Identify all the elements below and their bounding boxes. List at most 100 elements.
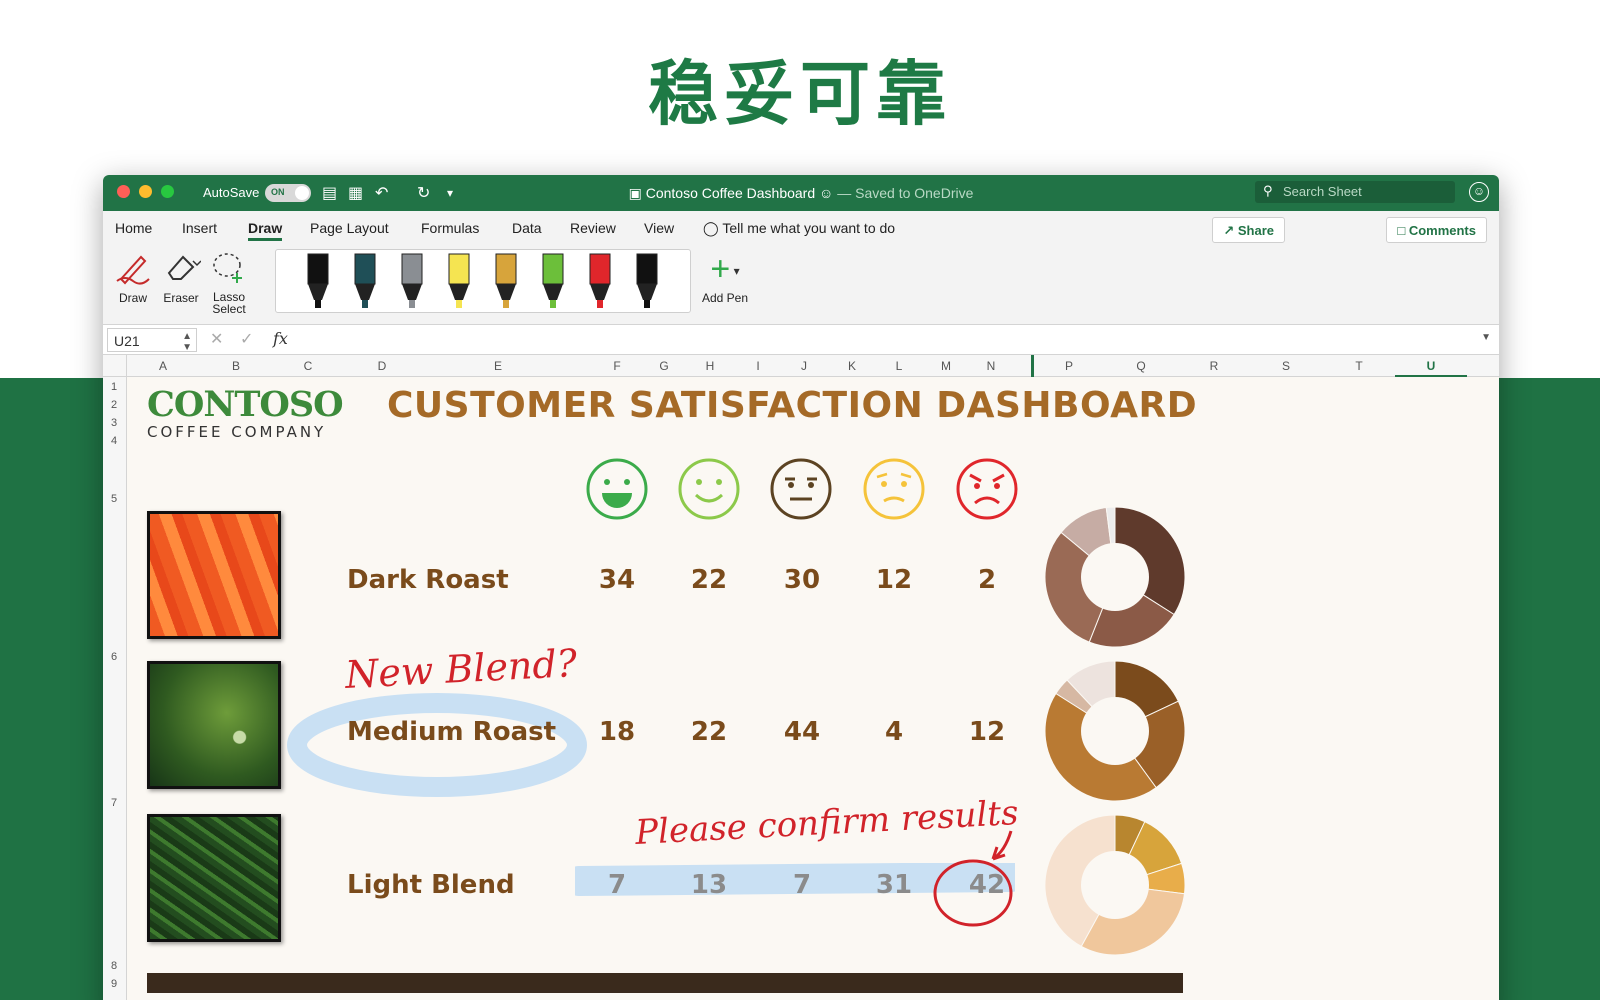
name-box-stepper-icon[interactable]: ▲ ▼ <box>182 331 192 353</box>
col-header-a[interactable]: A <box>159 359 167 373</box>
ink-highlight-oval <box>287 693 587 797</box>
search-sheet-input[interactable]: ⚲ Search Sheet <box>1255 181 1455 203</box>
tab-insert[interactable]: Insert <box>182 220 217 236</box>
yellow-highlighter-icon[interactable] <box>448 253 470 308</box>
expand-formula-bar-icon[interactable]: ▼ <box>1481 332 1491 343</box>
tab-draw[interactable]: Draw <box>248 220 283 241</box>
col-header-m[interactable]: M <box>941 359 951 373</box>
lightbulb-icon: ◯ <box>703 220 719 236</box>
coffee-beans-banner <box>147 973 1183 993</box>
row-header-6[interactable]: 6 <box>103 651 125 663</box>
col-header-f[interactable]: F <box>613 359 620 373</box>
medium-roast-image <box>147 661 281 789</box>
black-marker-icon[interactable] <box>636 253 658 308</box>
cancel-icon[interactable]: ✕ <box>210 329 223 349</box>
col-header-q[interactable]: Q <box>1136 359 1145 373</box>
green-highlighter-icon[interactable] <box>542 253 564 308</box>
col-header-t[interactable]: T <box>1355 359 1362 373</box>
col-header-i[interactable]: I <box>756 359 759 373</box>
tab-view[interactable]: View <box>644 220 674 236</box>
add-pen-button[interactable]: + ▾ Add Pen <box>695 247 755 305</box>
rating-cell[interactable]: 30 <box>762 565 842 595</box>
tab-review[interactable]: Review <box>570 220 616 236</box>
row-header-3[interactable]: 3 <box>103 417 125 429</box>
col-header-r[interactable]: R <box>1210 359 1219 373</box>
tab-formulas[interactable]: Formulas <box>421 220 479 236</box>
tell-me-text: Tell me what you want to do <box>722 220 896 236</box>
col-header-e[interactable]: E <box>494 359 502 373</box>
product-name-dark-roast: Dark Roast <box>347 565 509 595</box>
col-header-p[interactable]: P <box>1065 359 1073 373</box>
rating-cell[interactable]: 7 <box>762 870 842 900</box>
feedback-smiley-icon[interactable]: ☺ <box>1469 182 1489 202</box>
row-header-9[interactable]: 9 <box>103 978 125 990</box>
comments-button[interactable]: □ Comments <box>1386 217 1487 243</box>
col-header-c[interactable]: C <box>304 359 313 373</box>
row-header-2[interactable]: 2 <box>103 399 125 411</box>
frozen-pane-divider[interactable] <box>1031 355 1034 377</box>
column-headers: A B C D E F G H I J K L M N P Q R S T U <box>103 355 1499 377</box>
rating-cell[interactable]: 12 <box>947 717 1027 747</box>
worksheet-grid[interactable]: CONTOSO COFFEE COMPANY CUSTOMER SATISFAC… <box>127 377 1499 1000</box>
col-header-k[interactable]: K <box>848 359 856 373</box>
row-header-5[interactable]: 5 <box>103 493 125 505</box>
rating-cell[interactable]: 34 <box>577 565 657 595</box>
rating-cell[interactable]: 31 <box>854 870 934 900</box>
rating-cell[interactable]: 4 <box>854 717 934 747</box>
insert-function-button[interactable]: fx <box>273 329 288 348</box>
rating-cell[interactable]: 2 <box>947 565 1027 595</box>
name-box-value: U21 <box>114 333 140 349</box>
rating-cell[interactable]: 44 <box>762 717 842 747</box>
teal-pen-icon[interactable] <box>354 253 376 308</box>
tab-page-layout[interactable]: Page Layout <box>310 220 389 236</box>
name-box[interactable]: U21 ▲ ▼ <box>107 328 197 353</box>
search-icon: ⚲ <box>1263 183 1273 198</box>
satisfied-face-icon <box>678 458 740 520</box>
product-name-medium-roast: Medium Roast <box>347 717 557 747</box>
row-header-4[interactable]: 4 <box>103 435 125 447</box>
col-header-g[interactable]: G <box>659 359 668 373</box>
col-header-n[interactable]: N <box>987 359 996 373</box>
logo-sub-text: COFFEE COMPANY <box>147 423 327 441</box>
col-header-u[interactable]: U <box>1395 359 1467 377</box>
tab-data[interactable]: Data <box>512 220 542 236</box>
col-header-b[interactable]: B <box>232 359 240 373</box>
dissatisfied-face-icon <box>863 458 925 520</box>
gray-pencil-icon[interactable] <box>401 253 423 308</box>
very-satisfied-face-icon <box>586 458 648 520</box>
col-header-d[interactable]: D <box>378 359 387 373</box>
rating-cell[interactable]: 22 <box>669 717 749 747</box>
contoso-logo: CONTOSO COFFEE COMPANY <box>147 384 344 442</box>
dark-roast-image <box>147 511 281 639</box>
very-dissatisfied-face-icon <box>956 458 1018 520</box>
col-header-s[interactable]: S <box>1282 359 1290 373</box>
row-header-1[interactable]: 1 <box>103 381 125 393</box>
red-pen-icon[interactable] <box>589 253 611 308</box>
row-header-7[interactable]: 7 <box>103 797 125 809</box>
logo-main-text: CONTOSO <box>147 384 344 425</box>
rating-cell[interactable]: 12 <box>854 565 934 595</box>
formula-input[interactable] <box>299 325 1479 355</box>
rating-cell[interactable]: 7 <box>577 870 657 900</box>
tell-me-search[interactable]: ◯ Tell me what you want to do <box>703 220 895 237</box>
dashboard-title: CUSTOMER SATISFACTION DASHBOARD <box>387 385 1198 426</box>
col-header-l[interactable]: L <box>896 359 903 373</box>
col-header-j[interactable]: J <box>801 359 807 373</box>
row-headers: 1 2 3 4 5 6 7 8 9 <box>103 377 127 1000</box>
gold-pen-icon[interactable] <box>495 253 517 308</box>
share-people-icon: ☺ <box>819 185 834 201</box>
pen-gallery <box>275 249 691 313</box>
select-all-corner[interactable] <box>103 355 127 377</box>
rating-cell[interactable]: 18 <box>577 717 657 747</box>
enter-check-icon[interactable]: ✓ <box>240 329 253 349</box>
tab-home[interactable]: Home <box>115 220 152 236</box>
rating-cell[interactable]: 13 <box>669 870 749 900</box>
search-placeholder: Search Sheet <box>1283 184 1362 199</box>
row-header-8[interactable]: 8 <box>103 960 125 972</box>
black-pen-icon[interactable] <box>307 253 329 308</box>
share-icon: ↗ <box>1223 223 1238 238</box>
col-header-h[interactable]: H <box>706 359 715 373</box>
rating-cell[interactable]: 22 <box>669 565 749 595</box>
share-button[interactable]: ↗ Share <box>1212 217 1285 243</box>
lasso-select-tool[interactable]: Lasso Select <box>199 247 259 315</box>
